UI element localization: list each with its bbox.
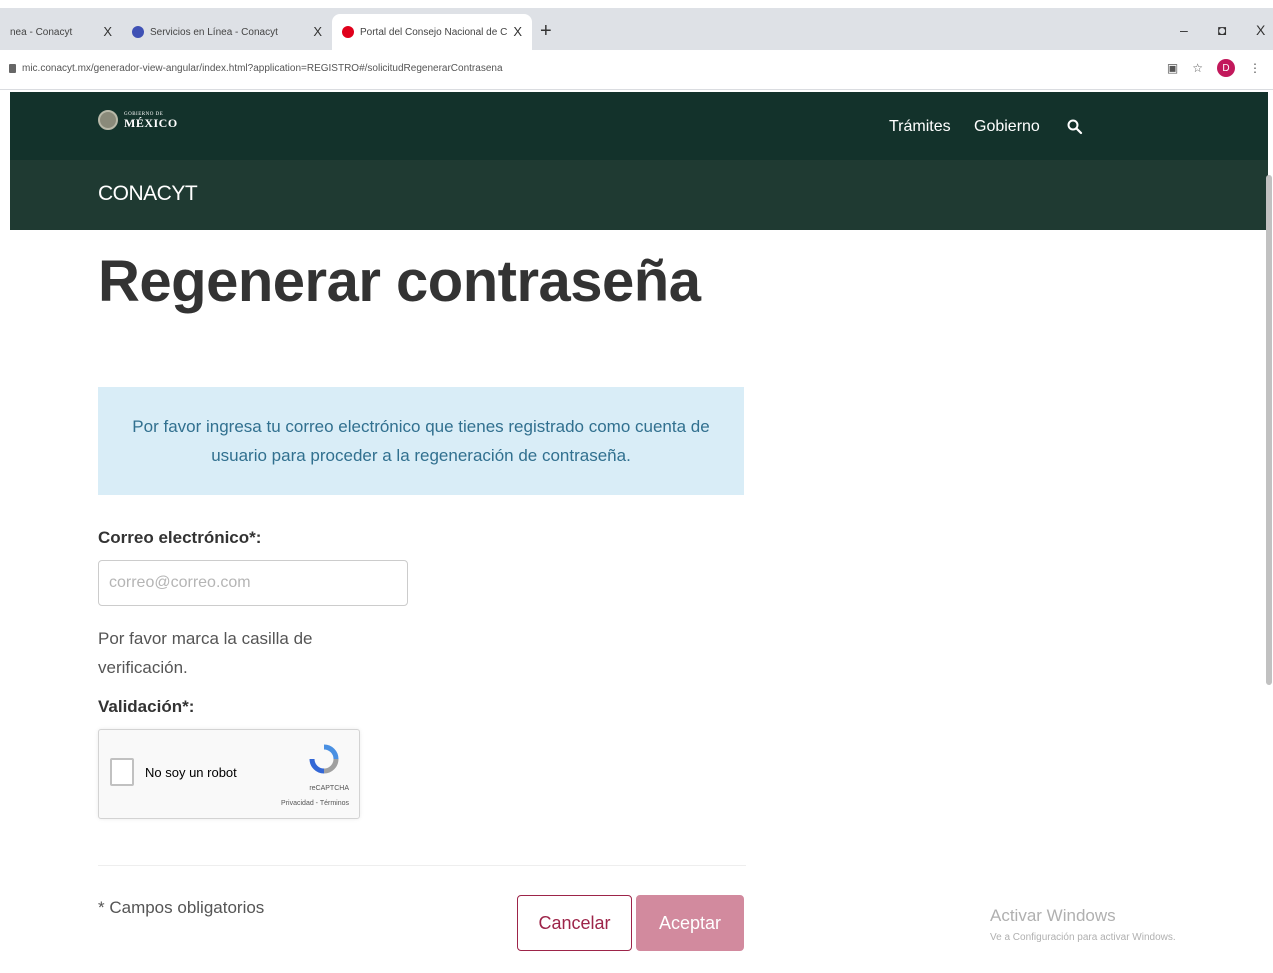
info-alert: Por favor ingresa tu correo electrónico … [98,387,744,495]
tab-close-icon[interactable]: X [313,24,322,39]
browser-tab-1[interactable]: nea - Conacyt X [0,14,122,50]
profile-avatar[interactable]: D [1217,59,1235,77]
nav-tramites[interactable]: Trámites [889,118,951,136]
accept-button[interactable]: Aceptar [636,895,744,951]
maximize-button[interactable]: ◘ [1218,22,1226,38]
validation-label: Validación*: [98,697,195,716]
lock-icon [9,64,16,73]
new-tab-button[interactable]: + [540,20,552,43]
divider [98,865,746,866]
translate-icon[interactable]: ▣ [1167,61,1178,75]
required-fields-note: * Campos obligatorios [98,898,265,917]
section-title[interactable]: CONACYT [98,182,198,206]
bookmark-star-icon[interactable]: ☆ [1192,61,1203,75]
nav-gobierno[interactable]: Gobierno [974,118,1040,136]
cancel-button[interactable]: Cancelar [517,895,632,951]
recaptcha-widget: No soy un robot reCAPTCHA Privacidad - T… [98,729,360,819]
section-header: CONACYT [10,160,1268,230]
browser-tab-bar: nea - Conacyt X Servicios en Línea - Con… [0,8,1273,50]
tab-label: Portal del Consejo Nacional de C [360,26,508,38]
tab-close-icon[interactable]: X [513,24,522,39]
globe-icon [132,26,144,38]
page-title: Regenerar contraseña [98,249,701,314]
national-seal-icon [98,110,118,130]
gobmx-logo[interactable]: GOBIERNO DE MÉXICO [98,110,178,130]
minimize-button[interactable]: – [1180,22,1188,38]
browser-tab-2[interactable]: Servicios en Línea - Conacyt X [122,14,332,50]
search-icon[interactable] [1066,118,1084,136]
gobmx-header: GOBIERNO DE MÉXICO Trámites Gobierno [10,92,1268,160]
email-label: Correo electrónico*: [98,528,262,547]
tab-label: Servicios en Línea - Conacyt [150,26,278,38]
page-scrollbar[interactable] [1266,175,1272,685]
recaptcha-label: No soy un robot [145,765,237,780]
recaptcha-brand: reCAPTCHA [309,785,349,792]
tab-label: nea - Conacyt [10,26,73,38]
recaptcha-terms-link[interactable]: Privacidad - Términos [281,800,349,807]
tab-close-icon[interactable]: X [103,24,112,39]
recaptcha-logo-icon [309,744,339,774]
menu-kebab-icon[interactable]: ⋮ [1249,61,1261,75]
site-favicon-icon [342,26,354,38]
logo-big-text: MÉXICO [124,115,178,130]
address-bar: mic.conacyt.mx/generador-view-angular/in… [0,50,1273,90]
windows-activation-watermark: Activar Windows Ve a Configuración para … [990,906,1176,943]
watermark-subtitle: Ve a Configuración para activar Windows. [990,932,1176,943]
browser-toolbar: ▣ ☆ D ⋮ [1167,59,1261,77]
browser-tab-active[interactable]: Portal del Consejo Nacional de C X [332,14,532,50]
email-field[interactable] [98,560,408,606]
url-field[interactable]: mic.conacyt.mx/generador-view-angular/in… [22,63,503,74]
recaptcha-checkbox[interactable] [110,758,134,786]
close-window-button[interactable]: X [1256,22,1265,38]
checkbox-help-text: Por favor marca la casilla de verificaci… [98,629,313,677]
watermark-title: Activar Windows [990,906,1116,925]
